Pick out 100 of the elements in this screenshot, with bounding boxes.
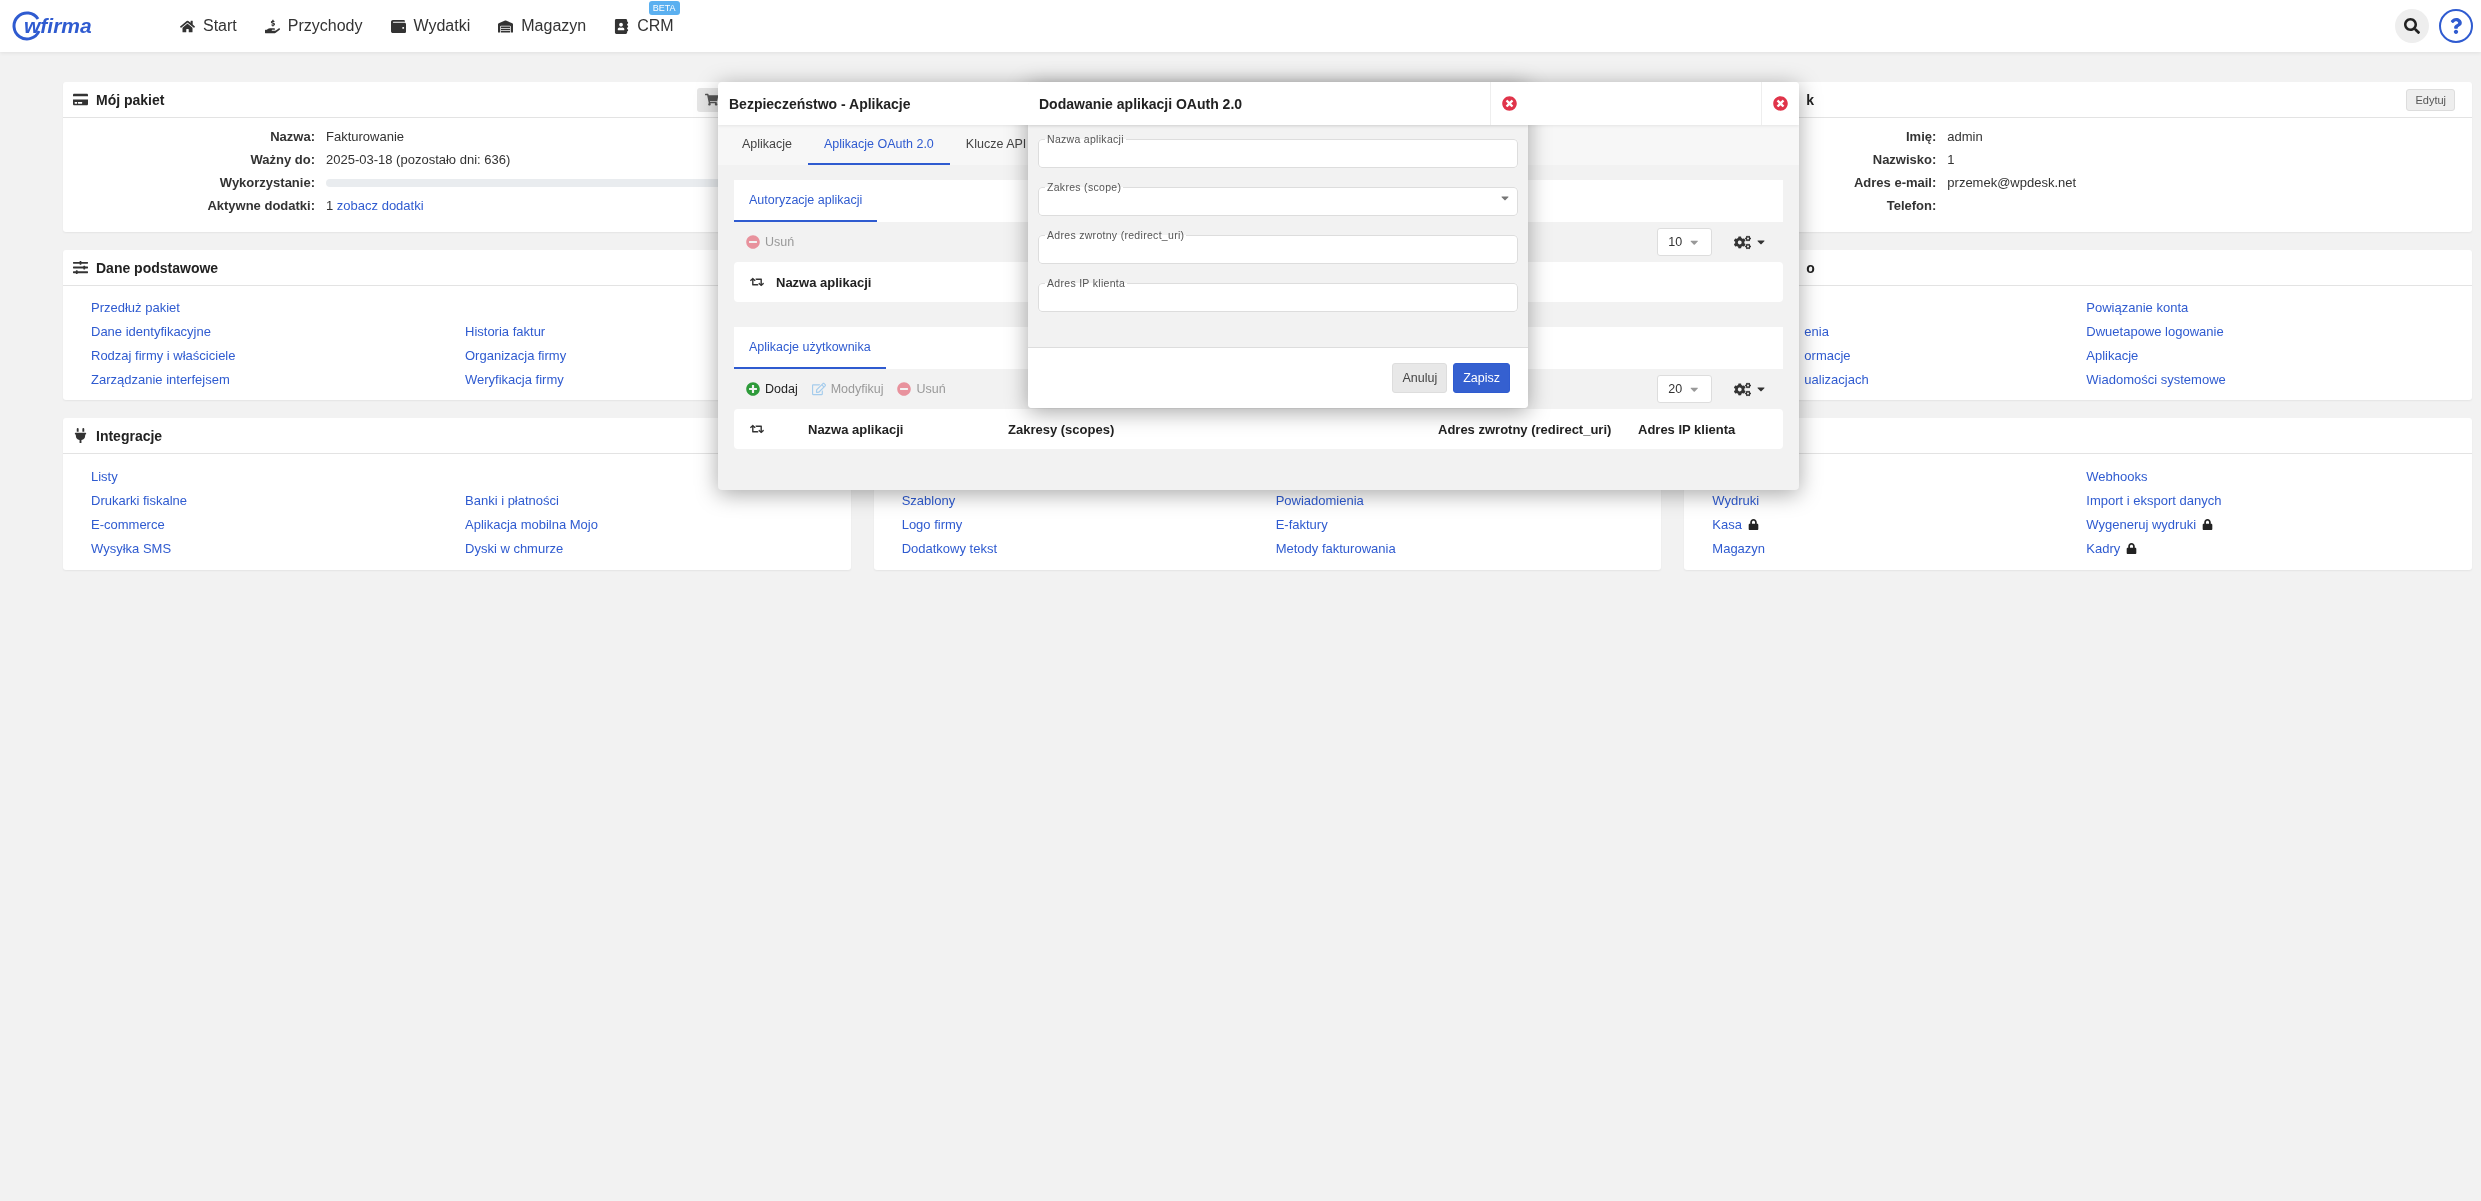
field-label: Imię:: [1905, 129, 1938, 144]
close-button[interactable]: [1490, 82, 1528, 125]
field-label: Adres e-mail:: [1852, 175, 1938, 190]
edit-icon: [811, 382, 826, 396]
cancel-button[interactable]: Anuluj: [1392, 363, 1448, 393]
field-value: Fakturowanie: [326, 129, 405, 144]
field-value: admin: [1947, 129, 1983, 144]
settings-link[interactable]: Webhooks: [2086, 468, 2148, 484]
settings-link[interactable]: enia: [1804, 323, 1829, 339]
input-field[interactable]: Adres IP klienta: [1038, 277, 1518, 312]
settings-link[interactable]: Wiadomości systemowe: [2086, 371, 2226, 387]
nav-icon: [264, 18, 280, 34]
search-icon: [2404, 18, 2420, 34]
beta-badge: BETA: [648, 1, 680, 15]
settings-link[interactable]: Kadry: [2086, 540, 2121, 556]
input-field[interactable]: Nazwa aplikacji: [1038, 133, 1518, 168]
settings-link[interactable]: Wygeneruj wydruki: [2086, 516, 2197, 532]
panel-title: Integracje: [96, 427, 163, 444]
section-tab[interactable]: Aplikacje użytkownika: [734, 327, 886, 369]
field-label: Adres zwrotny (redirect_uri): [1046, 229, 1186, 241]
close-icon: [1502, 96, 1517, 111]
settings-link[interactable]: Metody fakturowania: [1275, 540, 1396, 556]
panel-icon: [73, 428, 88, 443]
settings-link[interactable]: Kasa: [1712, 516, 1742, 532]
field-label: Aktywne dodatki:: [206, 198, 316, 213]
column-header: Adres zwrotny (redirect_uri): [1438, 421, 1612, 437]
settings-link[interactable]: Organizacja firmy: [465, 347, 567, 363]
settings-link[interactable]: Aplikacje: [2086, 347, 2139, 363]
settings-link[interactable]: Powiązanie konta: [2086, 299, 2189, 315]
settings-link[interactable]: Aplikacja mobilna Mojo: [465, 516, 598, 532]
input-field[interactable]: Adres zwrotny (redirect_uri): [1038, 229, 1518, 264]
field-label: Nazwa:: [269, 129, 316, 144]
settings-link[interactable]: Drukarki fiskalne: [91, 492, 188, 508]
nav-icon: [498, 18, 514, 34]
close-icon: [1773, 96, 1788, 111]
select-field[interactable]: Zakres (scope): [1038, 181, 1518, 216]
field-label: Nazwisko:: [1871, 152, 1938, 167]
page-size-select[interactable]: 20: [1657, 375, 1712, 403]
nav-link[interactable]: Magazyn: [498, 17, 587, 35]
settings-link[interactable]: E-faktury: [1275, 516, 1328, 532]
field-value: 2025-03-18 (pozostało dni: 636): [326, 152, 511, 167]
nav-link[interactable]: Przychody: [264, 17, 363, 35]
panel-title: o: [1806, 259, 1815, 276]
settings-link[interactable]: Szablony: [901, 492, 956, 508]
field-label: Nazwa aplikacji: [1046, 133, 1125, 145]
settings-link[interactable]: E-commerce: [91, 516, 165, 532]
addons-link[interactable]: zobacz dodatki: [336, 198, 424, 213]
settings-link[interactable]: Dane identyfikacyjne: [91, 323, 211, 339]
close-button[interactable]: [1761, 82, 1799, 125]
panel-title: Mój pakiet: [96, 91, 165, 108]
nav-icon: [614, 18, 630, 34]
settings-link[interactable]: Wysyłka SMS: [91, 540, 172, 556]
panel-title: Dane podstawowe: [96, 259, 219, 276]
field-label: Ważny do:: [249, 152, 316, 167]
column-header: Nazwa aplikacji: [776, 274, 872, 290]
settings-link[interactable]: ualizacjach: [1804, 371, 1869, 387]
nav-link[interactable]: CRM: [614, 17, 674, 35]
edit-button[interactable]: Edytuj: [2406, 88, 2455, 111]
settings-link[interactable]: Powiadomienia: [1275, 492, 1364, 508]
plus-icon: [746, 382, 760, 396]
settings-link[interactable]: ormacje: [1804, 347, 1851, 363]
logo-link[interactable]: wfirma: [12, 11, 180, 41]
add-button[interactable]: Dodaj: [742, 382, 802, 396]
search-button[interactable]: [2395, 9, 2429, 43]
field-value: 1: [1947, 152, 1955, 167]
tab[interactable]: Aplikacje: [726, 125, 809, 165]
settings-link[interactable]: Dyski w chmurze: [465, 540, 564, 556]
settings-link[interactable]: Przedłuż pakiet: [91, 299, 180, 315]
field-value: 1: [326, 198, 334, 213]
settings-link[interactable]: Magazyn: [1712, 540, 1766, 556]
dialog-title: Dodawanie aplikacji OAuth 2.0: [1039, 95, 1243, 112]
settings-link[interactable]: Historia faktur: [465, 323, 546, 339]
panel-title: k: [1806, 91, 1815, 108]
section-tab[interactable]: Autoryzacje aplikacji: [734, 180, 878, 222]
nav-icon: [180, 18, 195, 34]
help-button[interactable]: [2439, 9, 2473, 43]
settings-link[interactable]: Banki i płatności: [465, 492, 559, 508]
settings-link[interactable]: Weryfikacja firmy: [465, 371, 564, 387]
tab[interactable]: Aplikacje OAuth 2.0: [808, 125, 950, 165]
settings-link[interactable]: Listy: [91, 468, 118, 484]
settings-link[interactable]: Wydruki: [1712, 492, 1760, 508]
settings-link[interactable]: Rodzaj firmy i właściciele: [91, 347, 236, 363]
cart-icon: [705, 92, 719, 107]
column-header: Adres IP klienta: [1638, 421, 1736, 437]
page-size-select[interactable]: 10: [1657, 228, 1712, 256]
nav-link[interactable]: Start: [180, 17, 237, 35]
column-header: Nazwa aplikacji: [808, 421, 904, 437]
settings-link[interactable]: Dodatkowy tekst: [901, 540, 998, 556]
settings-icon: [1734, 233, 1751, 251]
help-icon: [2448, 18, 2464, 34]
settings-link[interactable]: Import i eksport danych: [2086, 492, 2222, 508]
settings-link[interactable]: Logo firmy: [901, 516, 963, 532]
column-header: Zakresy (scopes): [1008, 421, 1115, 437]
settings-icon: [1734, 380, 1751, 398]
settings-link[interactable]: Zarządzanie interfejsem: [91, 371, 230, 387]
panel-icon: [73, 92, 88, 107]
save-button[interactable]: Zapisz: [1453, 363, 1510, 393]
nav-link[interactable]: Wydatki: [390, 17, 471, 35]
settings-link[interactable]: Dwuetapowe logowanie: [2086, 323, 2224, 339]
field-value: przemek@wpdesk.net: [1947, 175, 2077, 190]
